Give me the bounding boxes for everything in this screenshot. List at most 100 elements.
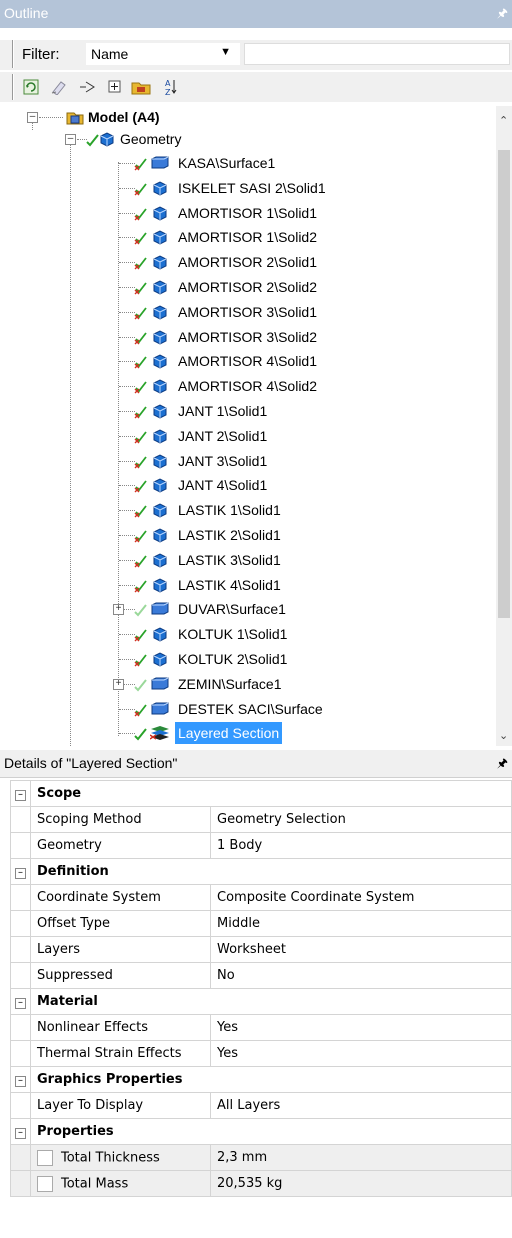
tree-node-body[interactable]: AMORTISOR 1\Solid1: [0, 202, 496, 224]
tree-node-body[interactable]: Layered Section: [0, 722, 496, 745]
property-row[interactable]: Total Mass 20,535 kg: [10, 1170, 512, 1197]
geometry-icon: [100, 132, 114, 147]
tree-node-label: JANT 4\Solid1: [178, 477, 268, 494]
tree-node-body[interactable]: KASA\Surface1: [0, 152, 496, 174]
solid-body-icon: [153, 652, 167, 667]
property-value[interactable]: All Layers: [210, 1092, 512, 1119]
property-row[interactable]: Nonlinear Effects Yes: [10, 1014, 512, 1041]
parameter-checkbox[interactable]: [37, 1149, 53, 1166]
group-title: Definition: [30, 858, 512, 885]
tree-node-body[interactable]: LASTIK 1\Solid1: [0, 499, 496, 521]
filter-type-dropdown[interactable]: Name ▼: [86, 43, 240, 65]
pin-icon[interactable]: 🖈: [497, 754, 508, 775]
property-row[interactable]: Coordinate System Composite Coordinate S…: [10, 884, 512, 911]
filter-bar: Filter: Name ▼: [0, 40, 512, 70]
check-cross-icon: [134, 431, 147, 444]
parameter-checkbox[interactable]: [37, 1175, 53, 1192]
tree-node-label: JANT 2\Solid1: [178, 427, 268, 444]
tree-node-label: AMORTISOR 3\Solid1: [178, 303, 318, 320]
pin-icon[interactable]: 🖈: [497, 4, 508, 25]
tree-node-body[interactable]: + ZEMIN\Surface1: [0, 673, 496, 695]
collapse-icon[interactable]: –: [15, 868, 26, 879]
property-row[interactable]: Layer To Display All Layers: [10, 1092, 512, 1119]
group-scope[interactable]: – Scope: [10, 780, 512, 807]
property-row[interactable]: Total Thickness 2,3 mm: [10, 1144, 512, 1171]
tree-node-geometry[interactable]: – Geometry: [0, 128, 496, 150]
expand-all-icon[interactable]: [104, 76, 126, 98]
group-properties[interactable]: – Properties: [10, 1118, 512, 1145]
outline-scrollbar[interactable]: ⌃ ⌄: [496, 106, 512, 746]
tree-node-body[interactable]: AMORTISOR 4\Solid1: [0, 350, 496, 372]
property-name: Coordinate System: [30, 884, 211, 911]
tree-node-body[interactable]: KOLTUK 2\Solid1: [0, 648, 496, 670]
tree-node-body[interactable]: AMORTISOR 1\Solid2: [0, 226, 496, 248]
toolbar-grip: [12, 40, 14, 68]
tree-node-body[interactable]: DESTEK SACI\Surface: [0, 698, 496, 720]
sort-ascending-icon[interactable]: AZ: [160, 76, 182, 98]
clear-generated-data-icon[interactable]: [48, 76, 70, 98]
tree-node-label: KASA\Surface1: [178, 155, 276, 171]
tree-node-body[interactable]: JANT 2\Solid1: [0, 425, 496, 447]
tree-node-body[interactable]: AMORTISOR 2\Solid2: [0, 276, 496, 298]
property-row[interactable]: Suppressed No: [10, 962, 512, 989]
tree-node-model[interactable]: – Model (A4): [0, 106, 496, 128]
expand-toggle-icon[interactable]: +: [113, 604, 124, 616]
scrollbar-thumb[interactable]: [498, 150, 510, 618]
solid-body-icon: [153, 478, 167, 493]
tree-node-body[interactable]: JANT 4\Solid1: [0, 474, 496, 496]
scroll-up-icon[interactable]: ⌃: [499, 114, 508, 127]
collapse-icon[interactable]: –: [15, 998, 26, 1009]
tree-node-body[interactable]: AMORTISOR 2\Solid1: [0, 251, 496, 273]
property-value[interactable]: Yes: [210, 1014, 512, 1041]
property-value[interactable]: Middle: [210, 910, 512, 937]
tree-node-label: DUVAR\Surface1: [178, 601, 286, 618]
solid-body-icon: [153, 379, 167, 394]
solid-body-icon: [153, 330, 167, 345]
property-value[interactable]: Composite Coordinate System: [210, 884, 512, 911]
tree-node-body[interactable]: AMORTISOR 4\Solid2: [0, 375, 496, 397]
group-title: Material: [30, 988, 512, 1015]
property-value[interactable]: Worksheet: [210, 936, 512, 963]
property-value[interactable]: No: [210, 962, 512, 989]
property-name: Scoping Method: [30, 806, 211, 833]
property-value[interactable]: 1 Body: [210, 832, 512, 859]
expand-environment-icon[interactable]: [76, 76, 98, 98]
collapse-toggle-icon[interactable]: –: [27, 112, 38, 123]
collapse-icon[interactable]: –: [15, 1128, 26, 1139]
tree-node-body[interactable]: LASTIK 3\Solid1: [0, 549, 496, 571]
collapse-icon[interactable]: –: [15, 790, 26, 801]
solid-body-icon: [153, 627, 167, 642]
filter-search-input[interactable]: [244, 43, 510, 65]
tree-node-body[interactable]: AMORTISOR 3\Solid1: [0, 301, 496, 323]
check-cross-icon: [134, 381, 147, 394]
collapse-icon[interactable]: –: [15, 1076, 26, 1087]
property-row[interactable]: Layers Worksheet: [10, 936, 512, 963]
tree-node-label: ZEMIN\Surface1: [178, 675, 282, 692]
tree-node-body[interactable]: KOLTUK 1\Solid1: [0, 623, 496, 645]
folder-icon[interactable]: [130, 76, 152, 98]
group-definition[interactable]: – Definition: [10, 858, 512, 885]
group-graphics-properties[interactable]: – Graphics Properties: [10, 1066, 512, 1093]
svg-text:A: A: [165, 79, 171, 88]
property-row[interactable]: Geometry 1 Body: [10, 832, 512, 859]
expand-toggle-icon[interactable]: +: [113, 678, 124, 690]
property-value[interactable]: Yes: [210, 1040, 512, 1067]
scroll-down-icon[interactable]: ⌄: [499, 729, 508, 742]
dropdown-arrow-icon: ▼: [220, 46, 231, 58]
group-material[interactable]: – Material: [10, 988, 512, 1015]
tree-node-body[interactable]: JANT 1\Solid1: [0, 400, 496, 422]
property-row[interactable]: Offset Type Middle: [10, 910, 512, 937]
collapse-toggle-icon[interactable]: –: [65, 134, 76, 145]
tree-node-body[interactable]: LASTIK 2\Solid1: [0, 524, 496, 546]
tree-node-body[interactable]: + DUVAR\Surface1: [0, 598, 496, 620]
refresh-icon[interactable]: [20, 76, 42, 98]
property-value[interactable]: Geometry Selection: [210, 806, 512, 833]
check-cross-icon: [134, 480, 147, 493]
property-name: Suppressed: [30, 962, 211, 989]
tree-node-body[interactable]: LASTIK 4\Solid1: [0, 574, 496, 596]
property-row[interactable]: Thermal Strain Effects Yes: [10, 1040, 512, 1067]
tree-node-body[interactable]: JANT 3\Solid1: [0, 450, 496, 472]
tree-node-body[interactable]: AMORTISOR 3\Solid2: [0, 326, 496, 348]
property-row[interactable]: Scoping Method Geometry Selection: [10, 806, 512, 833]
tree-node-body[interactable]: ISKELET SASI 2\Solid1: [0, 177, 496, 199]
